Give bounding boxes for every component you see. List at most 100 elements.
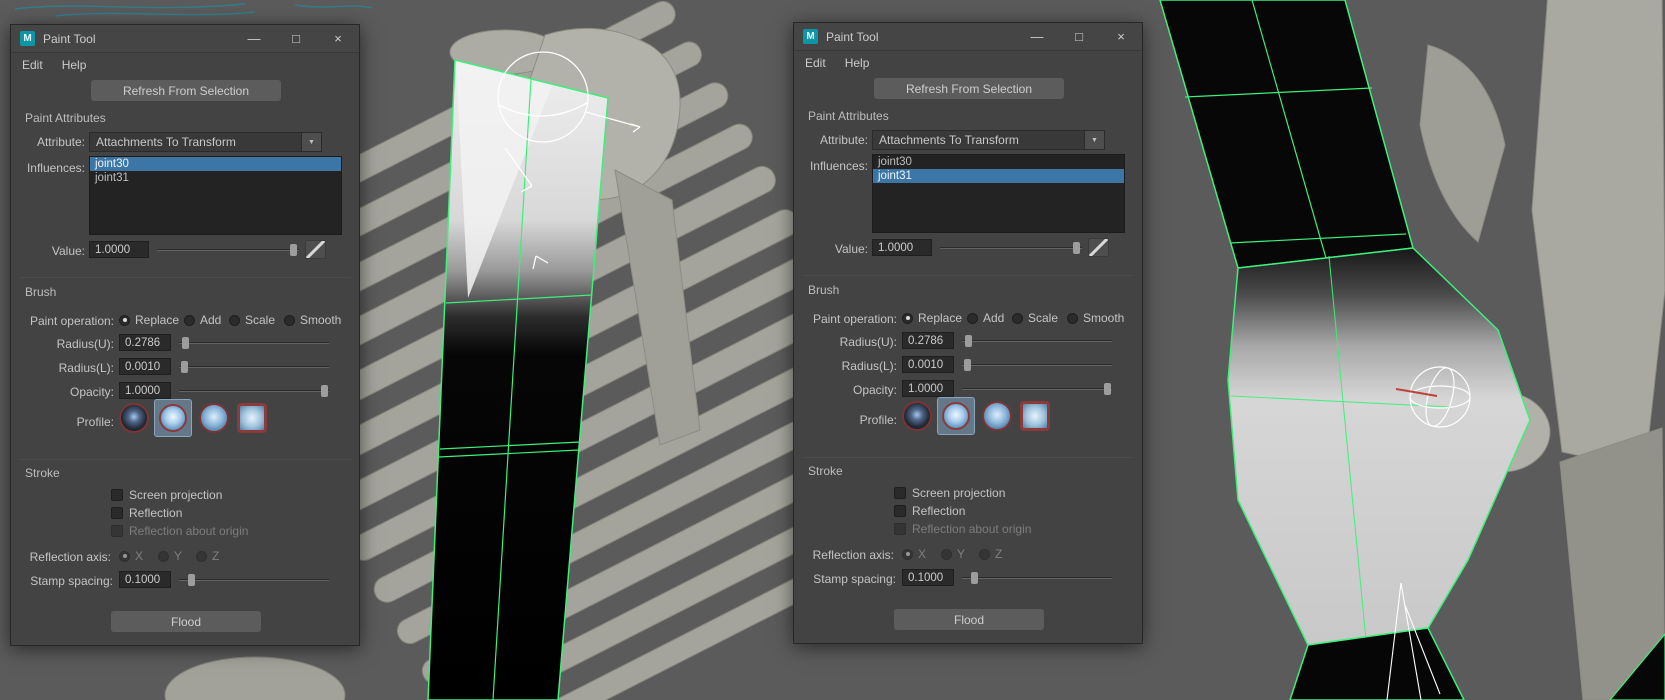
- brush-profile-gaussian-icon[interactable]: [902, 401, 932, 431]
- menu-edit[interactable]: Edit: [22, 58, 43, 72]
- influence-item[interactable]: joint30: [90, 157, 341, 171]
- value-slider[interactable]: [940, 241, 1082, 255]
- influence-item[interactable]: joint30: [873, 155, 1124, 169]
- section-brush: Brush: [808, 283, 839, 297]
- chevron-down-icon[interactable]: ▼: [1084, 131, 1104, 149]
- menu-edit[interactable]: Edit: [805, 56, 826, 70]
- checkbox-icon[interactable]: [894, 505, 906, 517]
- slider-handle[interactable]: [965, 335, 972, 347]
- attribute-dropdown[interactable]: Attachments To Transform ▼: [872, 130, 1105, 150]
- stamp-spacing-field[interactable]: [902, 569, 954, 586]
- paint-value-pencil-icon[interactable]: [1088, 238, 1109, 257]
- influence-item[interactable]: joint31: [90, 171, 341, 185]
- attribute-dropdown[interactable]: Attachments To Transform ▼: [89, 132, 322, 152]
- checkbox-icon[interactable]: [111, 507, 123, 519]
- radio-label: Add: [983, 311, 1004, 325]
- maximize-icon[interactable]: □: [275, 25, 317, 52]
- stamp-spacing-slider[interactable]: [179, 573, 329, 587]
- slider-handle[interactable]: [1104, 383, 1111, 395]
- slider-track[interactable]: [940, 247, 1082, 249]
- window-titlebar[interactable]: M Paint Tool — □ ×: [11, 25, 359, 53]
- maximize-icon[interactable]: □: [1058, 23, 1100, 50]
- checkbox-label: Reflection: [912, 504, 965, 518]
- value-field[interactable]: [89, 241, 149, 258]
- refresh-from-selection-button[interactable]: Refresh From Selection: [874, 78, 1064, 99]
- close-icon[interactable]: ×: [317, 25, 359, 52]
- screen-projection-checkbox-row[interactable]: Screen projection: [894, 486, 1005, 499]
- flood-button[interactable]: Flood: [894, 609, 1044, 630]
- paint-op-scale-radio[interactable]: Scale: [229, 313, 275, 327]
- chevron-down-icon[interactable]: ▼: [301, 133, 321, 151]
- reflection-checkbox-row[interactable]: Reflection: [111, 506, 182, 519]
- slider-handle[interactable]: [182, 337, 189, 349]
- influences-list[interactable]: joint30 joint31: [89, 156, 342, 235]
- slider-track[interactable]: [157, 249, 299, 251]
- paint-op-add-radio[interactable]: Add: [967, 311, 1004, 325]
- brush-profile-solid-icon[interactable]: [199, 403, 229, 433]
- radius-u-field[interactable]: [902, 332, 954, 349]
- opacity-slider[interactable]: [179, 384, 329, 398]
- opacity-field[interactable]: [902, 380, 954, 397]
- brush-profile-solid-icon[interactable]: [982, 401, 1012, 431]
- slider-track[interactable]: [179, 579, 329, 581]
- slider-handle[interactable]: [1073, 242, 1080, 254]
- checkbox-icon[interactable]: [894, 487, 906, 499]
- radius-u-slider[interactable]: [179, 336, 329, 350]
- minimize-icon[interactable]: —: [1016, 23, 1058, 50]
- slider-handle[interactable]: [290, 244, 297, 256]
- influences-list[interactable]: joint30 joint31: [872, 154, 1125, 233]
- checkbox-icon[interactable]: [111, 489, 123, 501]
- radio-icon: [1067, 313, 1078, 324]
- radio-icon: [119, 551, 130, 562]
- brush-profile-soft-icon[interactable]: [154, 399, 192, 437]
- window-titlebar[interactable]: M Paint Tool — □ ×: [794, 23, 1142, 51]
- radius-l-slider[interactable]: [179, 360, 329, 374]
- slider-handle[interactable]: [181, 361, 188, 373]
- brush-profile-square-icon[interactable]: [237, 403, 267, 433]
- paint-op-smooth-radio[interactable]: Smooth: [1067, 311, 1124, 325]
- brush-profile-soft-icon[interactable]: [937, 397, 975, 435]
- minimize-icon[interactable]: —: [233, 25, 275, 52]
- slider-handle[interactable]: [321, 385, 328, 397]
- radius-l-slider[interactable]: [962, 358, 1112, 372]
- slider-handle[interactable]: [971, 572, 978, 584]
- slider-handle[interactable]: [188, 574, 195, 586]
- flood-button[interactable]: Flood: [111, 611, 261, 632]
- brush-profile-square-icon[interactable]: [1020, 401, 1050, 431]
- paint-op-replace-radio[interactable]: Replace: [119, 313, 179, 327]
- screen-projection-checkbox-row[interactable]: Screen projection: [111, 488, 222, 501]
- paint-op-scale-radio[interactable]: Scale: [1012, 311, 1058, 325]
- opacity-field[interactable]: [119, 382, 171, 399]
- reflection-checkbox-row[interactable]: Reflection: [894, 504, 965, 517]
- brush-profile-gaussian-icon[interactable]: [119, 403, 149, 433]
- slider-track[interactable]: [962, 364, 1112, 366]
- value-field[interactable]: [872, 239, 932, 256]
- radius-l-field[interactable]: [119, 358, 171, 375]
- slider-track[interactable]: [179, 390, 329, 392]
- menu-help[interactable]: Help: [62, 58, 87, 72]
- value-slider[interactable]: [157, 243, 299, 257]
- paint-op-replace-radio[interactable]: Replace: [902, 311, 962, 325]
- slider-track[interactable]: [962, 340, 1112, 342]
- slider-handle[interactable]: [964, 359, 971, 371]
- slider-track[interactable]: [962, 388, 1112, 390]
- attribute-label: Attribute:: [15, 135, 85, 149]
- menu-help[interactable]: Help: [845, 56, 870, 70]
- paint-value-pencil-icon[interactable]: [305, 240, 326, 259]
- refresh-from-selection-button[interactable]: Refresh From Selection: [91, 80, 281, 101]
- opacity-label: Opacity:: [15, 385, 114, 399]
- radio-label: Y: [957, 547, 965, 561]
- slider-track[interactable]: [962, 577, 1112, 579]
- slider-track[interactable]: [179, 342, 329, 344]
- opacity-slider[interactable]: [962, 382, 1112, 396]
- paint-op-add-radio[interactable]: Add: [184, 313, 221, 327]
- paint-op-smooth-radio[interactable]: Smooth: [284, 313, 341, 327]
- stamp-spacing-slider[interactable]: [962, 571, 1112, 585]
- radius-u-slider[interactable]: [962, 334, 1112, 348]
- radius-l-field[interactable]: [902, 356, 954, 373]
- stamp-spacing-field[interactable]: [119, 571, 171, 588]
- slider-track[interactable]: [179, 366, 329, 368]
- influence-item[interactable]: joint31: [873, 169, 1124, 183]
- close-icon[interactable]: ×: [1100, 23, 1142, 50]
- radius-u-field[interactable]: [119, 334, 171, 351]
